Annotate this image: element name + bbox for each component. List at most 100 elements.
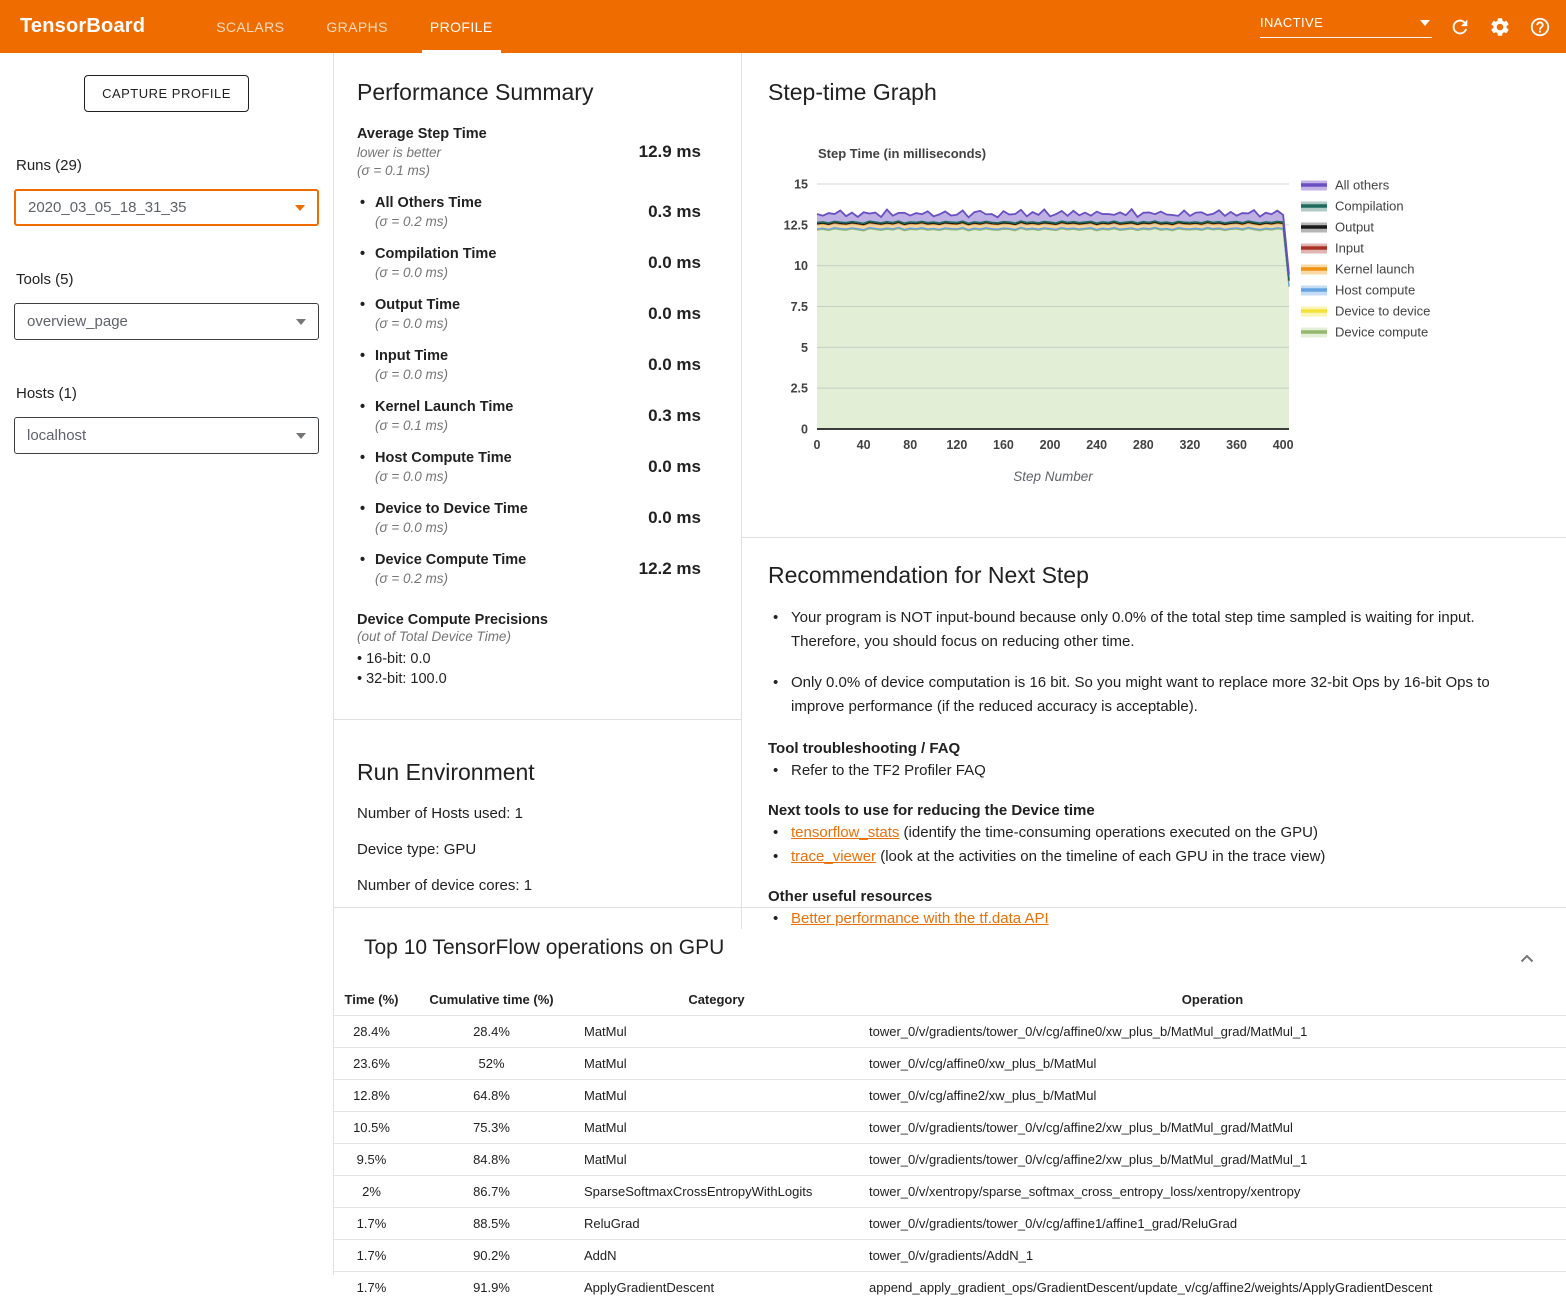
table-cell: MatMul — [574, 1048, 859, 1080]
table-cell: 23.6% — [334, 1048, 409, 1080]
table-cell: MatMul — [574, 1112, 859, 1144]
table-header-row: Time (%) Cumulative time (%) Category Op… — [334, 986, 1566, 1016]
top-ops-title: Top 10 TensorFlow operations on GPU — [364, 936, 1566, 960]
recommendation-bullet: Only 0.0% of device computation is 16 bi… — [768, 671, 1520, 719]
table-cell: tower_0/v/gradients/tower_0/v/cg/affine0… — [859, 1016, 1566, 1048]
svg-text:All others: All others — [1335, 178, 1390, 193]
svg-text:0: 0 — [814, 438, 821, 452]
perf-summary-item: •Host Compute Time(σ = 0.0 ms)0.0 ms — [357, 450, 701, 484]
svg-text:5: 5 — [801, 341, 808, 355]
svg-text:0: 0 — [801, 423, 808, 437]
run-env-line: Number of Hosts used: 1 — [357, 805, 718, 822]
svg-text:200: 200 — [1040, 438, 1061, 452]
trace-viewer-link[interactable]: trace_viewer — [791, 848, 876, 865]
runs-label: Runs (29) — [16, 157, 319, 174]
svg-text:160: 160 — [993, 438, 1014, 452]
status-select[interactable]: INACTIVE — [1260, 15, 1432, 38]
runs-select-value: 2020_03_05_18_31_35 — [28, 199, 187, 216]
help-icon[interactable] — [1528, 15, 1552, 39]
hosts-label: Hosts (1) — [16, 385, 319, 402]
table-row: 12.8%64.8%MatMultower_0/v/cg/affine2/xw_… — [334, 1080, 1566, 1112]
average-step-time-note: lower is better — [357, 145, 639, 160]
table-cell: 88.5% — [409, 1208, 574, 1240]
recommendation-card: Recommendation for Next Step Your progra… — [742, 538, 1566, 929]
table-cell: 28.4% — [334, 1016, 409, 1048]
perf-summary-item: •Compilation Time(σ = 0.0 ms)0.0 ms — [357, 246, 701, 280]
svg-text:Step Number: Step Number — [1013, 469, 1093, 484]
col-category: Category — [574, 986, 859, 1016]
table-cell: 28.4% — [409, 1016, 574, 1048]
recommendation-title: Recommendation for Next Step — [768, 562, 1520, 589]
svg-text:40: 40 — [857, 438, 871, 452]
precisions-subtitle: (out of Total Device Time) — [357, 629, 701, 644]
tools-select[interactable]: overview_page — [14, 303, 319, 340]
table-cell: 91.9% — [409, 1272, 574, 1303]
collapse-icon[interactable] — [1520, 950, 1534, 968]
main-content: Performance Summary Average Step Time lo… — [334, 53, 1566, 1275]
average-step-time-row: Average Step Time lower is better (σ = 0… — [357, 126, 701, 178]
recommendation-bullet: Your program is NOT input-bound because … — [768, 606, 1520, 654]
nav-tabs: SCALARS GRAPHS PROFILE — [195, 0, 513, 53]
step-time-graph-card: Step-time Graph 02.557.51012.51504080120… — [742, 53, 1566, 538]
top-ops-card: Top 10 TensorFlow operations on GPU Time… — [334, 908, 1566, 1303]
table-cell: 9.5% — [334, 1144, 409, 1176]
table-cell: 1.7% — [334, 1272, 409, 1303]
top-ops-table: Time (%) Cumulative time (%) Category Op… — [334, 986, 1566, 1303]
svg-text:10: 10 — [794, 259, 808, 273]
precisions-title: Device Compute Precisions — [357, 612, 701, 628]
next-tools-heading: Next tools to use for reducing the Devic… — [768, 802, 1520, 819]
svg-text:Step Time (in milliseconds): Step Time (in milliseconds) — [818, 146, 986, 161]
average-step-time-value: 12.9 ms — [639, 142, 701, 162]
table-cell: tower_0/v/cg/affine2/xw_plus_b/MatMul — [859, 1080, 1566, 1112]
tensorflow-stats-link[interactable]: tensorflow_stats — [791, 824, 899, 841]
table-cell: 90.2% — [409, 1240, 574, 1272]
step-time-chart: 02.557.51012.515040801201602002402803203… — [758, 142, 1518, 487]
svg-text:Device to device: Device to device — [1335, 304, 1430, 319]
table-cell: append_apply_gradient_ops/GradientDescen… — [859, 1272, 1566, 1303]
col-cumulative-time: Cumulative time (%) — [409, 986, 574, 1016]
chevron-down-icon — [295, 205, 305, 211]
capture-profile-button[interactable]: CAPTURE PROFILE — [84, 75, 249, 112]
chevron-down-icon — [1420, 20, 1430, 26]
table-cell: MatMul — [574, 1144, 859, 1176]
tab-profile[interactable]: PROFILE — [409, 0, 514, 53]
svg-text:12.5: 12.5 — [784, 218, 808, 232]
hosts-select-value: localhost — [27, 427, 86, 444]
tool-link-description: (identify the time-consuming operations … — [899, 824, 1318, 841]
performance-summary-title: Performance Summary — [357, 79, 701, 106]
tools-select-value: overview_page — [27, 313, 128, 330]
tool-link-item: trace_viewer (look at the activities on … — [768, 847, 1520, 867]
performance-breakdown-list: •All Others Time(σ = 0.2 ms)0.3 ms •Compi… — [357, 195, 701, 586]
svg-text:Compilation: Compilation — [1335, 199, 1404, 214]
faq-item: Refer to the TF2 Profiler FAQ — [768, 761, 1520, 781]
perf-summary-item: •Input Time(σ = 0.0 ms)0.0 ms — [357, 348, 701, 382]
table-row: 23.6%52%MatMultower_0/v/cg/affine0/xw_pl… — [334, 1048, 1566, 1080]
svg-text:15: 15 — [794, 178, 808, 192]
svg-text:Input: Input — [1335, 241, 1364, 256]
tab-graphs[interactable]: GRAPHS — [305, 0, 409, 53]
performance-summary-card: Performance Summary Average Step Time lo… — [334, 53, 741, 720]
table-row: 28.4%28.4%MatMultower_0/v/gradients/towe… — [334, 1016, 1566, 1048]
table-cell: tower_0/v/gradients/tower_0/v/cg/affine1… — [859, 1208, 1566, 1240]
average-step-time-sigma: (σ = 0.1 ms) — [357, 163, 639, 178]
table-cell: 52% — [409, 1048, 574, 1080]
svg-text:Kernel launch: Kernel launch — [1335, 262, 1415, 277]
table-cell: 1.7% — [334, 1208, 409, 1240]
tool-link-item: tensorflow_stats (identify the time-cons… — [768, 823, 1520, 843]
tab-scalars[interactable]: SCALARS — [195, 0, 305, 53]
table-cell: tower_0/v/gradients/tower_0/v/cg/affine2… — [859, 1112, 1566, 1144]
table-cell: MatMul — [574, 1080, 859, 1112]
refresh-icon[interactable] — [1448, 15, 1472, 39]
chevron-down-icon — [296, 433, 306, 439]
faq-heading: Tool troubleshooting / FAQ — [768, 740, 1520, 757]
tools-label: Tools (5) — [16, 271, 319, 288]
table-cell: 1.7% — [334, 1240, 409, 1272]
perf-summary-item: •All Others Time(σ = 0.2 ms)0.3 ms — [357, 195, 701, 229]
step-time-graph-title: Step-time Graph — [768, 79, 1566, 106]
table-cell: 12.8% — [334, 1080, 409, 1112]
svg-text:Output: Output — [1335, 220, 1374, 235]
chevron-down-icon — [296, 319, 306, 325]
gear-icon[interactable] — [1488, 15, 1512, 39]
runs-select[interactable]: 2020_03_05_18_31_35 — [14, 189, 319, 226]
hosts-select[interactable]: localhost — [14, 417, 319, 454]
